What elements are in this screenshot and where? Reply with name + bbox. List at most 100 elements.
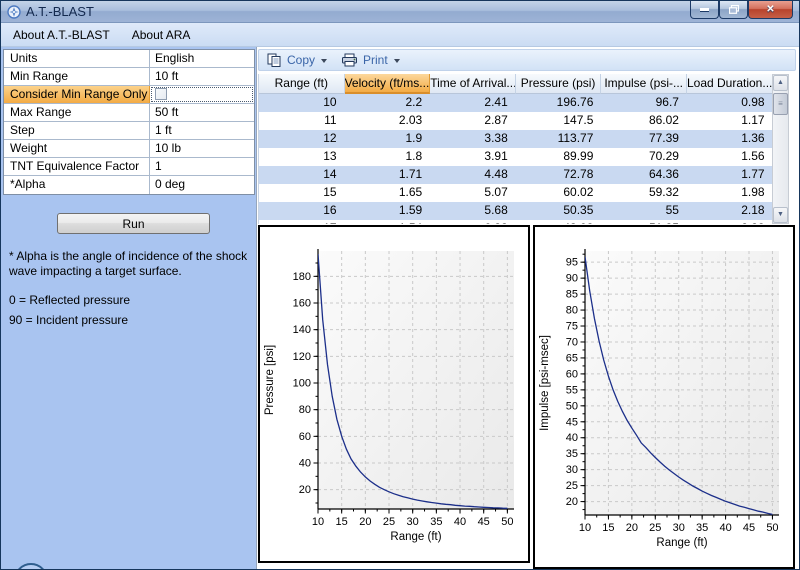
table-cell: 72.78: [516, 166, 602, 184]
copy-label: Copy: [287, 53, 315, 67]
printer-icon: [341, 53, 358, 67]
svg-text:65: 65: [566, 352, 578, 364]
svg-text:60: 60: [566, 368, 578, 380]
close-button[interactable]: ✕: [748, 1, 793, 19]
table-row[interactable]: 151.655.0760.0259.321.98: [259, 184, 772, 202]
svg-text:45: 45: [743, 522, 755, 534]
table-cell: 1.65: [345, 184, 431, 202]
svg-text:20: 20: [359, 516, 371, 528]
svg-text:35: 35: [696, 522, 708, 534]
form-label: Min Range: [4, 68, 150, 85]
table-cell: 50.35: [516, 202, 602, 220]
impulse-chart: 1015202530354045502025303540455055606570…: [535, 227, 793, 567]
table-scrollbar[interactable]: ▲ ≡ ▼: [772, 74, 789, 224]
column-header-3[interactable]: Pressure (psi): [516, 74, 602, 94]
column-header-0[interactable]: Range (ft): [259, 74, 345, 94]
scroll-up-button[interactable]: ▲: [773, 75, 788, 91]
svg-text:Pressure [psi]: Pressure [psi]: [264, 345, 276, 415]
column-header-2[interactable]: Time of Arrival...: [430, 74, 516, 94]
table-cell: 1.8: [345, 148, 431, 166]
table-row[interactable]: 141.714.4872.7864.361.77: [259, 166, 772, 184]
form-value-field[interactable]: 1 ft: [150, 122, 254, 139]
form-value-field[interactable]: [150, 86, 254, 103]
svg-text:40: 40: [454, 516, 466, 528]
svg-text:180: 180: [293, 271, 311, 283]
table-cell: 1.98: [687, 184, 772, 202]
table-cell: 86.02: [601, 112, 687, 130]
column-header-5[interactable]: Load Duration...: [687, 74, 772, 94]
svg-text:35: 35: [566, 448, 578, 460]
form-row--alpha: *Alpha0 deg: [4, 176, 254, 194]
table-header-row: Range (ft)Velocity (ft/ms...Time of Arri…: [259, 74, 772, 94]
arrow-up-icon: ▲: [777, 79, 784, 86]
form-value-field[interactable]: 1: [150, 158, 254, 175]
input-panel: UnitsEnglishMin Range10 ftConsider Min R…: [1, 47, 257, 570]
svg-text:10: 10: [312, 516, 324, 528]
form-label: TNT Equivalence Factor: [4, 158, 150, 175]
table-row[interactable]: 131.83.9189.9970.291.56: [259, 148, 772, 166]
svg-text:Range (ft): Range (ft): [656, 537, 707, 549]
pressure-chart: 1015202530354045502040608010012014016018…: [260, 227, 528, 561]
menu-about-ara[interactable]: About ARA: [122, 25, 201, 45]
table-cell: 5.68: [430, 202, 516, 220]
table-cell: 4.48: [430, 166, 516, 184]
form-value-field[interactable]: English: [150, 50, 254, 67]
table-row[interactable]: 121.93.38113.7777.391.36: [259, 130, 772, 148]
svg-text:50: 50: [766, 522, 778, 534]
table-row[interactable]: 112.032.87147.586.021.17: [259, 112, 772, 130]
scrollbar-thumb[interactable]: ≡: [773, 93, 788, 115]
copy-button[interactable]: Copy: [267, 53, 333, 67]
svg-text:75: 75: [566, 321, 578, 333]
parameter-form: UnitsEnglishMin Range10 ftConsider Min R…: [3, 49, 255, 195]
menu-about-atblast[interactable]: About A.T.-BLAST: [3, 25, 120, 45]
scroll-down-button[interactable]: ▼: [773, 207, 788, 223]
table-cell: 14: [259, 166, 345, 184]
restore-button[interactable]: [719, 1, 748, 19]
logo-arc: [14, 563, 48, 570]
reflected-pressure-note: 0 = Reflected pressure: [9, 293, 251, 308]
table-cell: 17: [259, 220, 345, 224]
print-button[interactable]: Print: [341, 53, 406, 67]
run-button[interactable]: Run: [57, 213, 210, 234]
svg-text:15: 15: [602, 522, 614, 534]
minimize-button[interactable]: [690, 1, 719, 19]
table-cell: 96.7: [601, 94, 687, 112]
copy-dropdown-icon[interactable]: [321, 59, 327, 63]
pressure-chart-panel: 1015202530354045502040608010012014016018…: [258, 225, 530, 563]
svg-text:30: 30: [673, 522, 685, 534]
form-value-field[interactable]: 10 ft: [150, 68, 254, 85]
form-label: Units: [4, 50, 150, 67]
table-cell: 6.33: [430, 220, 516, 224]
table-cell: 13: [259, 148, 345, 166]
form-value-field[interactable]: 50 ft: [150, 104, 254, 121]
svg-text:20: 20: [566, 496, 578, 508]
svg-text:50: 50: [501, 516, 513, 528]
form-value-field[interactable]: 10 lb: [150, 140, 254, 157]
table-cell: 2.41: [430, 94, 516, 112]
svg-text:80: 80: [566, 305, 578, 317]
table-row[interactable]: 102.22.41196.7696.70.98: [259, 94, 772, 112]
table-cell: 147.5: [516, 112, 602, 130]
svg-text:25: 25: [649, 522, 661, 534]
svg-text:20: 20: [299, 484, 311, 496]
print-dropdown-icon[interactable]: [394, 59, 400, 63]
table-row[interactable]: 161.595.6850.35552.18: [259, 202, 772, 220]
form-row-consider-min-range-only: Consider Min Range Only: [4, 86, 254, 104]
table-cell: 0.98: [687, 94, 772, 112]
table-cell: 1.36: [687, 130, 772, 148]
column-header-1[interactable]: Velocity (ft/ms...: [345, 74, 431, 94]
form-label: Weight: [4, 140, 150, 157]
min-range-only-checkbox[interactable]: [155, 88, 167, 100]
svg-text:Impulse [psi-msec]: Impulse [psi-msec]: [539, 335, 551, 431]
form-value-field[interactable]: 0 deg: [150, 176, 254, 194]
column-header-4[interactable]: Impulse (psi-...: [601, 74, 687, 94]
title-bar[interactable]: A.T.-BLAST ✕: [1, 1, 799, 23]
alpha-notes: * Alpha is the angle of incidence of the…: [9, 249, 251, 328]
svg-text:140: 140: [293, 324, 311, 336]
form-row-max-range: Max Range50 ft: [4, 104, 254, 122]
table-cell: 3.91: [430, 148, 516, 166]
form-row-step: Step1 ft: [4, 122, 254, 140]
svg-text:10: 10: [579, 522, 591, 534]
table-row[interactable]: 171.546.3343.0351.352.38: [259, 220, 772, 224]
svg-text:25: 25: [383, 516, 395, 528]
